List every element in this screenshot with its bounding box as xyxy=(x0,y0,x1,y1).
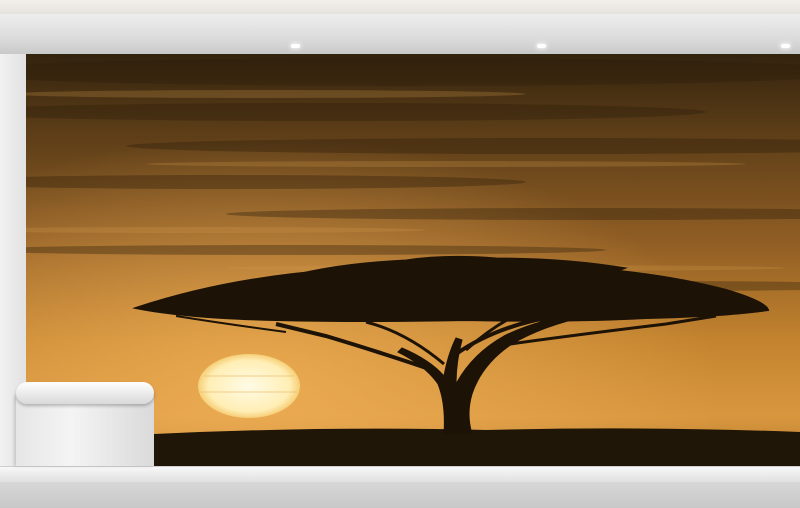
sun xyxy=(198,354,300,418)
wallpaper-curl xyxy=(16,382,154,404)
spotlight xyxy=(537,44,546,48)
wallpaper-sheet xyxy=(16,396,154,466)
wallpaper-roll xyxy=(16,382,154,466)
baseboard xyxy=(0,466,800,483)
spotlight xyxy=(781,44,790,48)
ceiling-rail xyxy=(0,14,800,55)
grassland xyxy=(154,428,800,466)
spotlight xyxy=(291,44,300,48)
ceiling xyxy=(0,0,800,14)
floor xyxy=(0,482,800,508)
